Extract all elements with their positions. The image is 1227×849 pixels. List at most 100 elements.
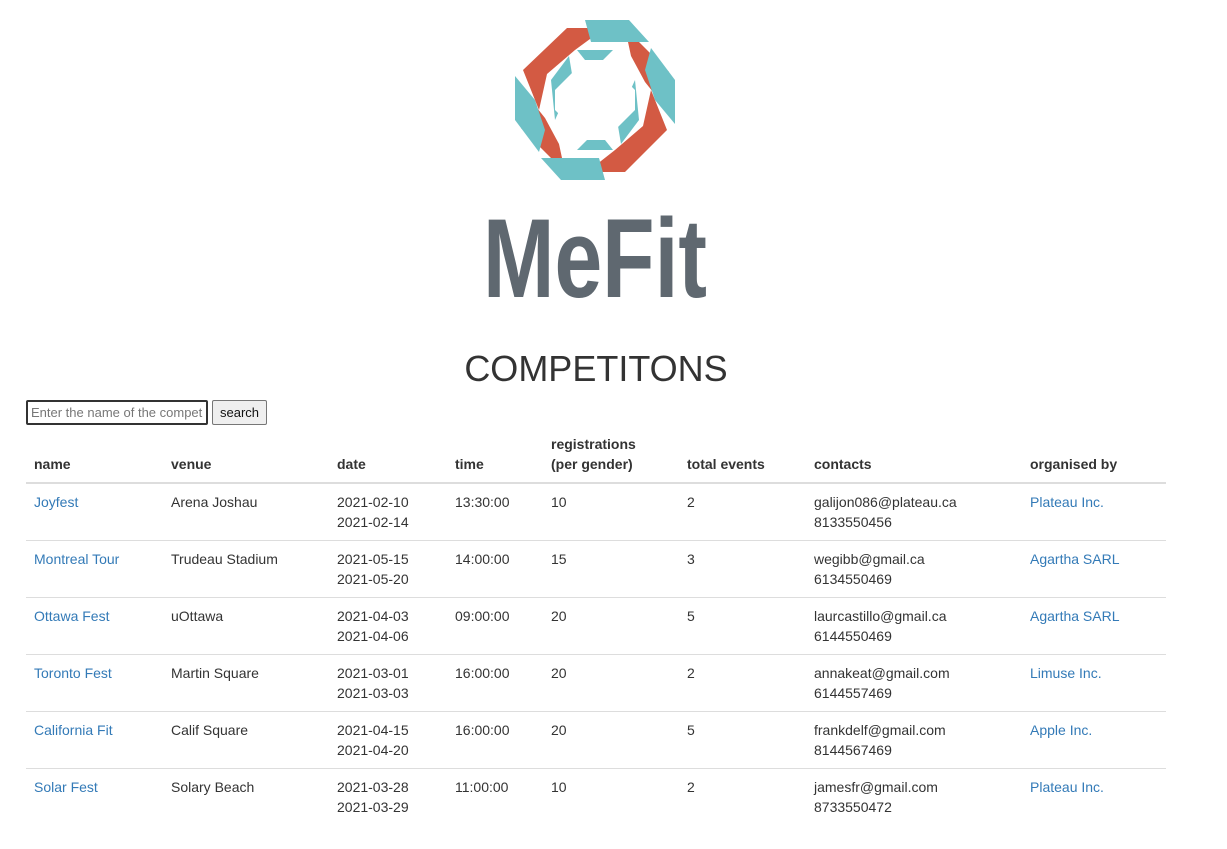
cell-organiser: Limuse Inc. — [1022, 654, 1166, 712]
date-end: 2021-04-20 — [337, 742, 409, 758]
organiser-link[interactable]: Plateau Inc. — [1030, 494, 1104, 510]
column-header-registrations-line1: registrations — [551, 436, 636, 452]
column-header-registrations-line2: (per gender) — [551, 456, 633, 472]
cell-name: Joyfest — [26, 483, 163, 541]
contact-phone: 8733550472 — [814, 799, 892, 815]
table-header-row: name venue date time registrations (per … — [26, 430, 1166, 484]
cell-time: 16:00:00 — [447, 654, 543, 712]
contact-email: laurcastillo@gmail.ca — [814, 608, 947, 624]
cell-contacts: frankdelf@gmail.com 8144567469 — [806, 711, 1022, 769]
table-row: Ottawa Fest uOttawa 2021-04-03 2021-04-06… — [26, 597, 1166, 655]
competition-name-link[interactable]: Montreal Tour — [34, 551, 119, 567]
contact-phone: 8133550456 — [814, 514, 892, 530]
cell-total-events: 3 — [679, 540, 806, 598]
cell-organiser: Plateau Inc. — [1022, 483, 1166, 541]
column-header-contacts: contacts — [806, 430, 1022, 484]
column-header-registrations: registrations (per gender) — [543, 430, 679, 484]
competitions-table: name venue date time registrations (per … — [26, 430, 1166, 825]
cell-organiser: Agartha SARL — [1022, 597, 1166, 655]
cell-name: Montreal Tour — [26, 540, 163, 598]
table-row: Toronto Fest Martin Square 2021-03-01 202… — [26, 654, 1166, 712]
cell-venue: Arena Joshau — [171, 494, 258, 510]
column-header-time: time — [447, 430, 543, 484]
column-header-date: date — [329, 430, 447, 484]
organiser-link[interactable]: Agartha SARL — [1030, 551, 1120, 567]
organiser-link[interactable]: Plateau Inc. — [1030, 779, 1104, 795]
date-start: 2021-05-15 — [337, 551, 409, 567]
cell-registrations: 10 — [551, 494, 567, 510]
cell-date: 2021-05-15 2021-05-20 — [329, 540, 447, 598]
cell-total-events: 5 — [679, 597, 806, 655]
cell-contacts: wegibb@gmail.ca 6134550469 — [806, 540, 1022, 598]
date-start: 2021-04-03 — [337, 608, 409, 624]
cell-time: 11:00:00 — [447, 768, 543, 825]
competition-name-link[interactable]: Solar Fest — [34, 779, 98, 795]
mefit-logo-text: MeFit — [483, 196, 707, 305]
competition-name-link[interactable]: California Fit — [34, 722, 113, 738]
search-button[interactable]: search — [212, 400, 268, 425]
mefit-logo-graphic: MeFit — [483, 20, 707, 305]
contact-email: wegibb@gmail.ca — [814, 551, 925, 567]
contact-email: jamesfr@gmail.com — [814, 779, 938, 795]
table-row: Solar Fest Solary Beach 2021-03-28 2021-0… — [26, 768, 1166, 825]
cell-total-events: 2 — [687, 494, 695, 510]
cell-contacts: galijon086@plateau.ca 8133550456 — [806, 483, 1022, 541]
cell-venue: uOttawa — [163, 597, 329, 655]
cell-date: 2021-04-15 2021-04-20 — [329, 711, 447, 769]
cell-name: Solar Fest — [26, 768, 163, 825]
page-title: COMPETITONS — [464, 348, 728, 389]
date-end: 2021-03-29 — [337, 799, 409, 815]
cell-contacts: laurcastillo@gmail.ca 6144550469 — [806, 597, 1022, 655]
date-start: 2021-03-01 — [337, 665, 409, 681]
organiser-link[interactable]: Apple Inc. — [1030, 722, 1092, 738]
contact-phone: 8144567469 — [814, 742, 892, 758]
date-end: 2021-05-20 — [337, 571, 409, 587]
cell-total-events: 2 — [679, 768, 806, 825]
competition-name-link[interactable]: Joyfest — [34, 494, 78, 510]
cell-registrations: 20 — [543, 711, 679, 769]
contact-phone: 6144550469 — [814, 628, 892, 644]
organiser-link[interactable]: Agartha SARL — [1030, 608, 1120, 624]
organiser-link[interactable]: Limuse Inc. — [1030, 665, 1102, 681]
cell-total-events: 5 — [679, 711, 806, 769]
contact-email: frankdelf@gmail.com — [814, 722, 946, 738]
cell-time: 14:00:00 — [447, 540, 543, 598]
search-input[interactable] — [26, 400, 208, 425]
cell-organiser: Plateau Inc. — [1022, 768, 1166, 825]
competition-name-link[interactable]: Ottawa Fest — [34, 608, 109, 624]
column-header-name: name — [26, 430, 163, 484]
cell-date: 2021-03-01 2021-03-03 — [329, 654, 447, 712]
search-bar: search — [26, 400, 268, 425]
cell-name: California Fit — [26, 711, 163, 769]
date-end: 2021-02-14 — [337, 514, 409, 530]
cell-registrations: 20 — [543, 654, 679, 712]
contact-phone: 6144557469 — [814, 685, 892, 701]
cell-venue: Trudeau Stadium — [163, 540, 329, 598]
column-header-total-events: total events — [679, 430, 806, 484]
date-end: 2021-03-03 — [337, 685, 409, 701]
contact-email: annakeat@gmail.com — [814, 665, 950, 681]
cell-contacts: jamesfr@gmail.com 8733550472 — [806, 768, 1022, 825]
cell-organiser: Agartha SARL — [1022, 540, 1166, 598]
cell-date: 2021-02-10 2021-02-14 — [329, 483, 447, 541]
date-start: 2021-03-28 — [337, 779, 409, 795]
cell-venue: Calif Square — [163, 711, 329, 769]
cell-date: 2021-04-03 2021-04-06 — [329, 597, 447, 655]
date-end: 2021-04-06 — [337, 628, 409, 644]
cell-registrations: 20 — [543, 597, 679, 655]
competition-name-link[interactable]: Toronto Fest — [34, 665, 112, 681]
cell-time: 09:00:00 — [447, 597, 543, 655]
cell-organiser: Apple Inc. — [1022, 711, 1166, 769]
cell-time: 16:00:00 — [447, 711, 543, 769]
date-start: 2021-04-15 — [337, 722, 409, 738]
column-header-organised-by: organised by — [1022, 430, 1166, 484]
cell-venue: Solary Beach — [163, 768, 329, 825]
cell-venue: Martin Square — [163, 654, 329, 712]
contact-email: galijon086@plateau.ca — [814, 494, 957, 510]
table-row: California Fit Calif Square 2021-04-15 20… — [26, 711, 1166, 769]
cell-registrations: 10 — [543, 768, 679, 825]
date-start: 2021-02-10 — [337, 494, 409, 510]
mefit-logo: MeFit — [470, 10, 720, 305]
table-row: Joyfest Arena Joshau 2021-02-10 2021-02-1… — [26, 483, 1166, 541]
cell-registrations: 15 — [543, 540, 679, 598]
